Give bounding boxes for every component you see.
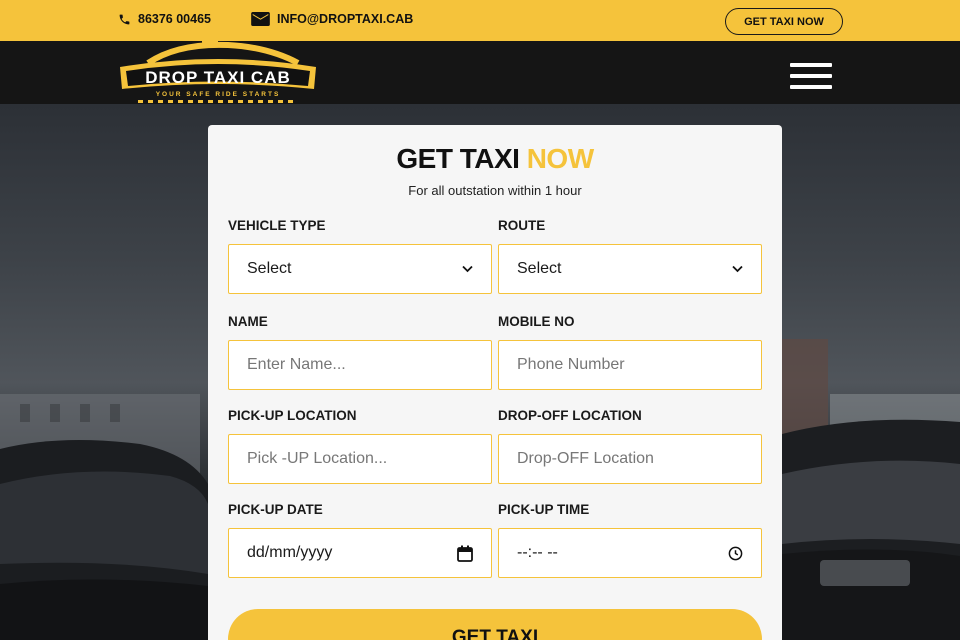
vehicle-type-label: VEHICLE TYPE bbox=[228, 218, 326, 233]
email-contact[interactable]: INFO@DROPTAXI.CAB bbox=[251, 12, 413, 26]
route-label: ROUTE bbox=[498, 218, 546, 233]
clock-icon[interactable] bbox=[728, 546, 743, 561]
pickup-time-label: PICK-UP TIME bbox=[498, 502, 590, 517]
menu-bar bbox=[790, 63, 832, 67]
route-select[interactable]: Select bbox=[498, 244, 762, 294]
dropoff-location-input[interactable]: Drop-OFF Location bbox=[498, 434, 762, 484]
get-taxi-now-button[interactable]: GET TAXI NOW bbox=[725, 8, 843, 35]
form-title: GET TAXI NOW bbox=[208, 143, 782, 175]
nav-bar: DROP TAXI CAB YOUR SAFE RIDE STARTS bbox=[0, 37, 960, 104]
pickup-date-label: PICK-UP DATE bbox=[228, 502, 323, 517]
chevron-down-icon bbox=[462, 265, 473, 273]
get-taxi-submit-button[interactable]: GET TAXI bbox=[228, 609, 762, 640]
calendar-icon[interactable] bbox=[457, 545, 473, 562]
route-value: Select bbox=[517, 260, 562, 277]
email-address: INFO@DROPTAXI.CAB bbox=[277, 12, 414, 26]
envelope-icon bbox=[251, 12, 270, 26]
pickup-location-label: PICK-UP LOCATION bbox=[228, 408, 357, 423]
menu-bar bbox=[790, 85, 832, 89]
mobile-input[interactable]: Phone Number bbox=[498, 340, 762, 390]
mobile-label: MOBILE NO bbox=[498, 314, 575, 329]
pickup-date-input[interactable]: dd/mm/yyyy bbox=[228, 528, 492, 578]
form-title-main: GET TAXI bbox=[396, 143, 520, 174]
drop-taxi-cab-logo[interactable]: DROP TAXI CAB YOUR SAFE RIDE STARTS bbox=[118, 37, 318, 107]
name-label: NAME bbox=[228, 314, 268, 329]
logo-title: DROP TAXI CAB bbox=[145, 68, 291, 87]
phone-contact[interactable]: 86376 00465 bbox=[118, 12, 211, 26]
dropoff-location-label: DROP-OFF LOCATION bbox=[498, 408, 642, 423]
hamburger-icon[interactable] bbox=[790, 63, 832, 91]
form-subtitle: For all outstation within 1 hour bbox=[408, 183, 582, 198]
name-input[interactable]: Enter Name... bbox=[228, 340, 492, 390]
pickup-time-value: --:-- -- bbox=[517, 544, 558, 561]
vehicle-type-value: Select bbox=[247, 260, 292, 277]
logo-tagline: YOUR SAFE RIDE STARTS bbox=[156, 91, 281, 98]
chevron-down-icon bbox=[732, 265, 743, 273]
vehicle-type-select[interactable]: Select bbox=[228, 244, 492, 294]
top-bar: 86376 00465 INFO@DROPTAXI.CAB GET TAXI N… bbox=[0, 0, 960, 41]
phone-number: 86376 00465 bbox=[138, 12, 211, 26]
form-title-accent: NOW bbox=[526, 143, 594, 174]
pickup-date-value: dd/mm/yyyy bbox=[247, 544, 333, 561]
menu-bar bbox=[790, 74, 832, 78]
booking-form-card: GET TAXI NOW For all outstation within 1… bbox=[208, 125, 782, 640]
pickup-time-input[interactable]: --:-- -- bbox=[498, 528, 762, 578]
pickup-location-input[interactable]: Pick -UP Location... bbox=[228, 434, 492, 484]
phone-icon bbox=[119, 14, 130, 24]
